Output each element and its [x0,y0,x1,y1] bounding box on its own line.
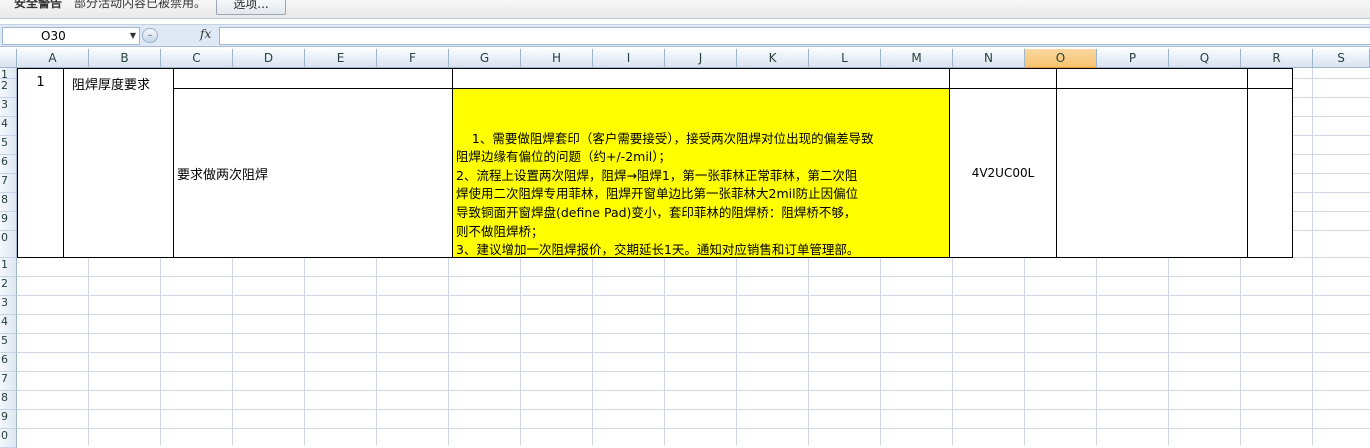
column-header-n[interactable]: N [953,49,1025,68]
column-header-d[interactable]: D [233,49,305,68]
row-header[interactable]: 7 [0,372,17,391]
requirement-text: 阻焊厚度要求 [72,78,151,93]
formula-bar: O30 ▼ – fx [0,24,1370,47]
row-header[interactable]: 1 [0,68,17,79]
column-header-k[interactable]: K [737,49,809,68]
column-header-p[interactable]: P [1097,49,1169,68]
row-header[interactable]: 5 [0,334,17,353]
row-header[interactable]: 2 [0,277,17,296]
row-header[interactable]: 4 [0,117,17,136]
column-header-h[interactable]: H [521,49,593,68]
row-header[interactable]: 6 [0,353,17,372]
column-header-m[interactable]: M [881,49,953,68]
row-header[interactable]: 5 [0,136,17,155]
row-header[interactable]: 2 [0,79,17,98]
column-header-b[interactable]: B [89,49,161,68]
cell-r1[interactable] [1247,68,1293,89]
row-header[interactable]: 3 [0,296,17,315]
row-header[interactable]: 8 [0,391,17,410]
row-header[interactable]: 6 [0,155,17,174]
name-box-value: O30 [41,29,66,43]
column-header-j[interactable]: J [665,49,737,68]
column-header-o[interactable]: O [1025,49,1097,68]
column-header-q[interactable]: Q [1169,49,1241,68]
security-warning-title: 安全警告 [14,0,63,10]
column-header-i[interactable]: I [593,49,665,68]
security-warning-message: 部分活动内容已被禁用。 [74,0,207,10]
cell-o1-merged[interactable] [1056,68,1248,89]
formula-controls: – fx [142,27,216,43]
sheet-grid[interactable]: 1 阻焊厚度要求 要求做两次阻焊 1、需要做阻焊套印（客户需要接受），接受两次阻… [17,68,1370,445]
cell-g1-merged[interactable] [452,68,950,89]
row-header[interactable]: 3 [0,98,17,117]
row-header[interactable]: 1 [0,258,17,277]
security-warning-bar: 安全警告 部分活动内容已被禁用。 选项... [0,0,1370,19]
row-header[interactable]: 9 [0,212,17,231]
row-header[interactable]: 8 [0,193,17,212]
row-header[interactable]: 9 [0,410,17,429]
column-header-a[interactable]: A [17,49,89,68]
column-header-r[interactable]: R [1241,49,1313,68]
cell-detail-title[interactable]: 要求做两次阻焊 [173,88,453,258]
cell-detail-notes[interactable]: 1、需要做阻焊套印（客户需要接受），接受两次阻焊对位出现的偏差导致 阻焊边缘有偏… [452,88,950,258]
column-header-s[interactable]: S [1313,49,1370,68]
cell-n1[interactable] [949,68,1057,89]
column-header-l[interactable]: L [809,49,881,68]
cell-r2[interactable] [1247,88,1293,258]
row-header[interactable]: 7 [0,174,17,193]
select-all-corner[interactable] [0,49,17,68]
cell-part-code[interactable]: 4V2UC00L [949,88,1057,258]
row-header[interactable]: 0 [0,429,17,448]
cell-c1-merged[interactable] [173,68,453,89]
name-box[interactable]: O30 ▼ [2,27,140,45]
column-header-g[interactable]: G [449,49,521,68]
insert-function-icon[interactable]: fx [200,27,211,41]
cell-o2-merged[interactable] [1056,88,1248,258]
chevron-down-icon[interactable]: ▼ [130,29,136,43]
column-header-e[interactable]: E [305,49,377,68]
item-number-text: 1 [36,75,45,90]
cell-item-number[interactable]: 1 [17,68,64,258]
gridline-vertical [1312,68,1313,445]
column-header-c[interactable]: C [161,49,233,68]
formula-input[interactable] [219,27,1370,45]
options-button[interactable]: 选项... [216,0,286,15]
detail-notes-text: 1、需要做阻焊套印（客户需要接受），接受两次阻焊对位出现的偏差导致 阻焊边缘有偏… [456,130,874,258]
collapse-icon[interactable]: – [142,28,158,43]
row-header[interactable]: 4 [0,315,17,334]
column-header-f[interactable]: F [377,49,449,68]
part-code-text: 4V2UC00L [971,166,1035,180]
detail-title-text: 要求做两次阻焊 [177,167,269,183]
row-header[interactable]: 0 [0,231,17,258]
cell-requirement[interactable]: 阻焊厚度要求 [63,68,174,258]
